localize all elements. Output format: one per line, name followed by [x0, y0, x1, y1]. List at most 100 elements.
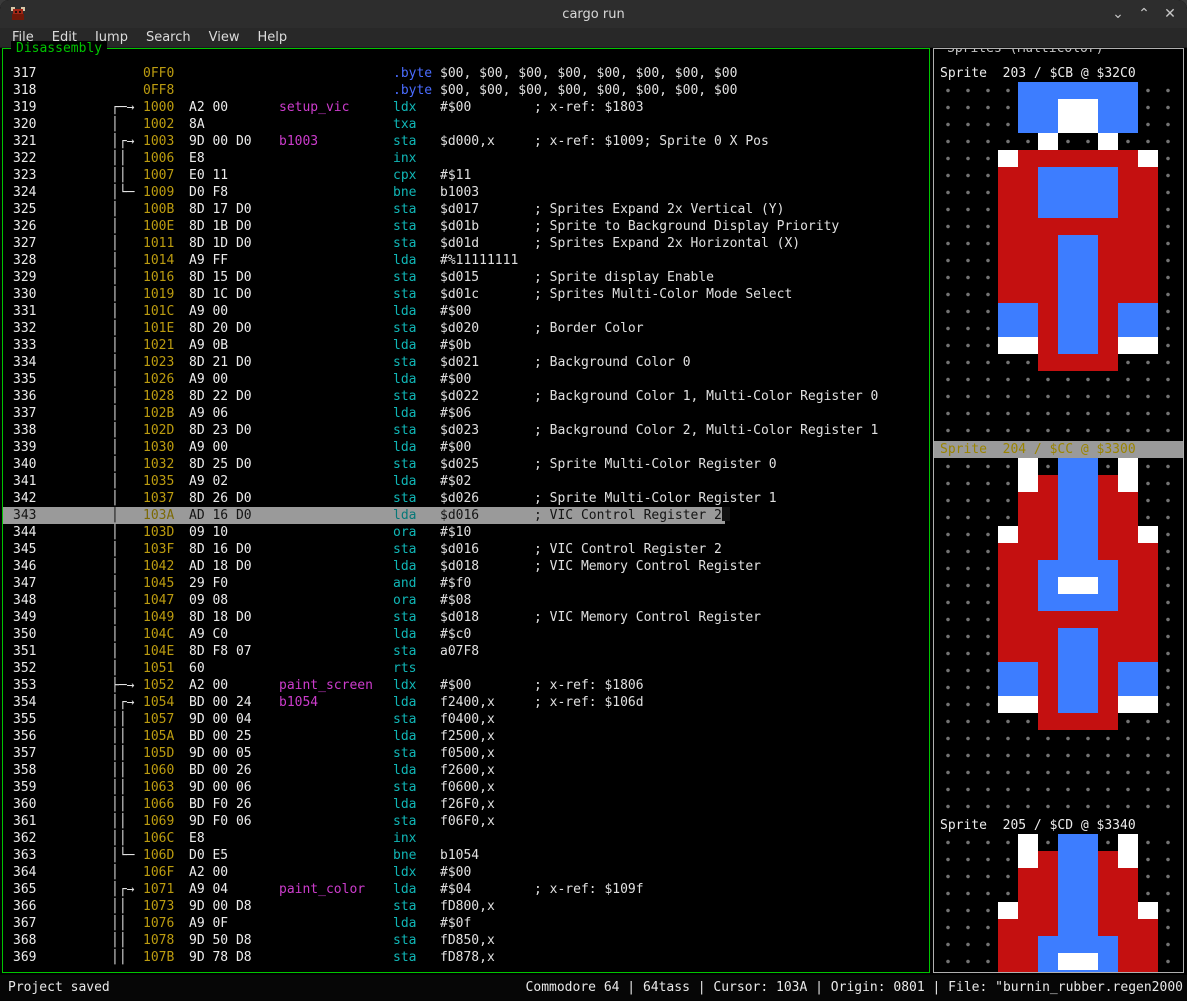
disasm-row-1052[interactable]: 353├─→1052A2 00paint_screenldx#$00; x-re… — [3, 677, 929, 694]
disasm-row-1014[interactable]: 328│ 1014A9 FFlda#%11111111 — [3, 252, 929, 269]
disasm-row-106C[interactable]: 362││ 106CE8inx — [3, 830, 929, 847]
disasm-row-1009[interactable]: 324│└─1009D0 F8bneb1003 — [3, 184, 929, 201]
disasm-row-1073[interactable]: 366││ 10739D 00 D8stafD800,x — [3, 898, 929, 915]
disasm-row-1051[interactable]: 352│ 105160rts — [3, 660, 929, 677]
disasm-row-0FF0[interactable]: 3170FF0.byte$00, $00, $00, $00, $00, $00… — [3, 65, 929, 82]
disasm-row-1023[interactable]: 334│ 10238D 21 D0sta$d021; Background Co… — [3, 354, 929, 371]
disasm-row-106F[interactable]: 364│ 106FA2 00ldx#$00 — [3, 864, 929, 881]
disasm-row-1066[interactable]: 360││ 1066BD F0 26ldaf26F0,x — [3, 796, 929, 813]
sprite-pixel — [1058, 645, 1078, 662]
disasm-row-1006[interactable]: 322││ 1006E8inx — [3, 150, 929, 167]
label — [279, 575, 393, 592]
branch-arrows: ││ — [41, 745, 143, 762]
label — [279, 337, 393, 354]
sprite-pixel-empty — [1158, 492, 1178, 509]
disasm-row-1011[interactable]: 327│ 10118D 1D D0sta$d01d; Sprites Expan… — [3, 235, 929, 252]
disasm-row-107B[interactable]: 369││ 107B9D 78 D8stafD878,x — [3, 949, 929, 966]
sprite-pixel — [1058, 150, 1078, 167]
hex-bytes: 9D 78 D8 — [189, 949, 279, 966]
disasm-row-1021[interactable]: 333│ 1021A9 0Blda#$0b — [3, 337, 929, 354]
disasm-row-1032[interactable]: 340│ 10328D 25 D0sta$d025; Sprite Multi-… — [3, 456, 929, 473]
disasm-row-1002[interactable]: 320│ 10028Atxa — [3, 116, 929, 133]
sprite-pixel — [1078, 492, 1098, 509]
sprite-pixel-empty — [938, 167, 958, 184]
disasm-row-1026[interactable]: 335│ 1026A9 00lda#$00 — [3, 371, 929, 388]
sprite-header-204[interactable]: Sprite 204 / $CC @ $3300 — [934, 441, 1183, 458]
disasm-row-105D[interactable]: 357││ 105D9D 00 05staf0500,x — [3, 745, 929, 762]
disasm-row-103A[interactable]: 343│ 103AAD 16 D0lda$d016; VIC Control R… — [3, 507, 929, 524]
disasm-row-1049[interactable]: 349│ 10498D 18 D0sta$d018; VIC Memory Co… — [3, 609, 929, 626]
disasm-row-100E[interactable]: 326│ 100E8D 1B D0sta$d01b; Sprite to Bac… — [3, 218, 929, 235]
disasm-row-1016[interactable]: 329│ 10168D 15 D0sta$d015; Sprite displa… — [3, 269, 929, 286]
sprite-pixel-empty — [938, 577, 958, 594]
hex-bytes: 8D 21 D0 — [189, 354, 279, 371]
mnemonic: lda — [393, 915, 440, 932]
disasm-row-103D[interactable]: 344│ 103D09 10ora#$10 — [3, 524, 929, 541]
sprite-pixel-empty — [1138, 475, 1158, 492]
disasm-row-102B[interactable]: 337│ 102BA9 06lda#$06 — [3, 405, 929, 422]
disasm-row-1028[interactable]: 336│ 10288D 22 D0sta$d022; Background Co… — [3, 388, 929, 405]
disasm-row-1019[interactable]: 330│ 10198D 1C D0sta$d01c; Sprites Multi… — [3, 286, 929, 303]
disasm-row-105A[interactable]: 356││ 105ABD 00 25ldaf2500,x — [3, 728, 929, 745]
sprite-pixel — [1098, 936, 1118, 953]
disasm-row-1035[interactable]: 341│ 1035A9 02lda#$02 — [3, 473, 929, 490]
branch-arrows: │ — [41, 507, 143, 524]
sprite-pixel-empty — [1158, 919, 1178, 936]
disasm-row-101E[interactable]: 332│ 101E8D 20 D0sta$d020; Border Color — [3, 320, 929, 337]
sprite-pixel — [1138, 269, 1158, 286]
disasm-row-106D[interactable]: 363│└─106DD0 E5bneb1054 — [3, 847, 929, 864]
disasm-row-1037[interactable]: 342│ 10378D 26 D0sta$d026; Sprite Multi-… — [3, 490, 929, 507]
disasm-row-1054[interactable]: 354│┌→1054BD 00 24b1054ldaf2400,x; x-ref… — [3, 694, 929, 711]
disasm-row-103F[interactable]: 345│ 103F8D 16 D0sta$d016; VIC Control R… — [3, 541, 929, 558]
disasm-row-1057[interactable]: 355││ 10579D 00 04staf0400,x — [3, 711, 929, 728]
sprite-pixel — [1038, 218, 1058, 235]
menu-search[interactable]: Search — [137, 30, 200, 45]
sprite-pixel-empty — [1138, 133, 1158, 150]
label — [279, 830, 393, 847]
disasm-row-1069[interactable]: 361││ 10699D F0 06staf06F0,x — [3, 813, 929, 830]
disasm-row-101C[interactable]: 331│ 101CA9 00lda#$00 — [3, 303, 929, 320]
menu-view[interactable]: View — [200, 30, 249, 45]
sprite-header-205[interactable]: Sprite 205 / $CD @ $3340 — [934, 817, 1183, 834]
disasm-row-1045[interactable]: 347│ 104529 F0and#$f0 — [3, 575, 929, 592]
disasm-row-104E[interactable]: 351│ 104E8D F8 07staa07F8 — [3, 643, 929, 660]
disasm-row-104C[interactable]: 350│ 104CA9 C0lda#$c0 — [3, 626, 929, 643]
sprite-header-203[interactable]: Sprite 203 / $CB @ $32C0 — [934, 65, 1183, 82]
sprite-pixel-empty — [1158, 868, 1178, 885]
disasm-row-1030[interactable]: 339│ 1030A9 00lda#$00 — [3, 439, 929, 456]
disasm-row-1003[interactable]: 321│┌→10039D 00 D0b1003sta$d000,x; x-ref… — [3, 133, 929, 150]
sprite-pixel-empty — [1158, 458, 1178, 475]
mnemonic: lda — [393, 371, 440, 388]
disasm-row-100B[interactable]: 325│ 100B8D 17 D0sta$d017; Sprites Expan… — [3, 201, 929, 218]
comment: ; x-ref: $1803 — [534, 99, 644, 116]
disasm-row-102D[interactable]: 338│ 102D8D 23 D0sta$d023; Background Co… — [3, 422, 929, 439]
operand: f06F0,x — [440, 813, 534, 830]
sprite-pixel-empty — [958, 543, 978, 560]
operand: f0400,x — [440, 711, 534, 728]
operand — [440, 116, 534, 133]
address: 1028 — [143, 388, 189, 405]
disasm-row-1071[interactable]: 365│┌→1071A9 04paint_colorlda#$04; x-ref… — [3, 881, 929, 898]
maximize-button[interactable]: ⌃ — [1137, 6, 1151, 22]
disasm-row-1076[interactable]: 367││ 1076A9 0Flda#$0f — [3, 915, 929, 932]
label — [279, 847, 393, 864]
disasm-row-1078[interactable]: 368││ 10789D 50 D8stafD850,x — [3, 932, 929, 949]
minimize-button[interactable]: ⌄ — [1111, 6, 1125, 22]
disasm-row-1063[interactable]: 359││ 10639D 00 06staf0600,x — [3, 779, 929, 796]
mnemonic: lda — [393, 694, 440, 711]
disasm-row-1060[interactable]: 358││ 1060BD 00 26ldaf2600,x — [3, 762, 929, 779]
disasm-row-0FF8[interactable]: 3180FF8.byte$00, $00, $00, $00, $00, $00… — [3, 82, 929, 99]
mnemonic: sta — [393, 201, 440, 218]
disasm-row-1047[interactable]: 348│ 104709 08ora#$08 — [3, 592, 929, 609]
operand: f26F0,x — [440, 796, 534, 813]
menu-help[interactable]: Help — [248, 30, 296, 45]
hex-bytes: 8D 23 D0 — [189, 422, 279, 439]
address: 1057 — [143, 711, 189, 728]
disasm-row-1042[interactable]: 346│ 1042AD 18 D0lda$d018; VIC Memory Co… — [3, 558, 929, 575]
hex-bytes: E8 — [189, 830, 279, 847]
close-button[interactable]: ✕ — [1163, 6, 1177, 22]
mnemonic: txa — [393, 116, 440, 133]
disasm-row-1007[interactable]: 323││ 1007E0 11cpx#$11 — [3, 167, 929, 184]
sprite-pixel-empty — [958, 150, 978, 167]
disasm-row-1000[interactable]: 319┌─→1000A2 00setup_vicldx#$00; x-ref: … — [3, 99, 929, 116]
